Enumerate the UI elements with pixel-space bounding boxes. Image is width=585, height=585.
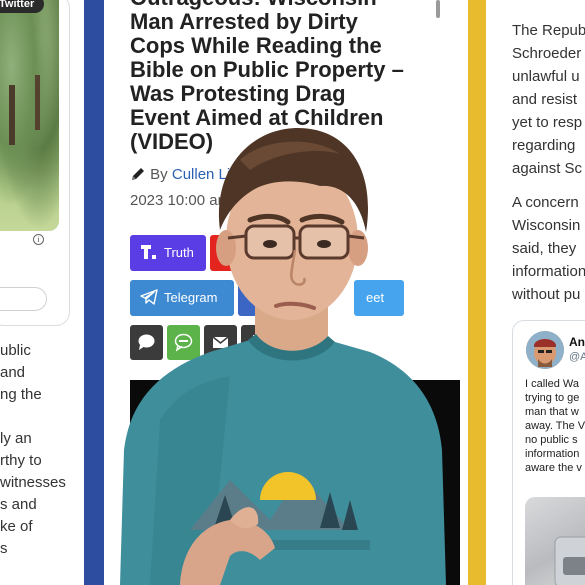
tree-trunk-shape bbox=[9, 85, 15, 145]
tweet-image-content bbox=[554, 536, 585, 585]
embedded-tweet-card[interactable]: Twitter i re bbox=[0, 0, 70, 326]
text-line: against Sc bbox=[512, 160, 583, 177]
avatar-image bbox=[526, 331, 564, 369]
embedded-tweet[interactable]: And @A I called Wa trying to ge man that… bbox=[512, 320, 585, 585]
blue-side-stripe bbox=[84, 0, 104, 585]
text-line: s bbox=[0, 540, 8, 557]
left-article-column: Twitter i re ublic and ng the ly an rthy… bbox=[0, 0, 84, 585]
tweet-line: I called Wa bbox=[525, 378, 580, 390]
text-line: The Repub bbox=[512, 22, 585, 39]
tweet-line: no public s bbox=[525, 434, 578, 446]
text-line: ly an bbox=[0, 430, 32, 447]
text-line: ng the bbox=[0, 386, 42, 403]
right-article-column: The Repub Schroeder unlawful u and resis… bbox=[486, 0, 585, 585]
text-line: ke of bbox=[0, 518, 33, 535]
text-line: yet to resp bbox=[512, 114, 583, 131]
tweet-line: aware the v bbox=[525, 462, 582, 474]
tweet-author-handle[interactable]: @A bbox=[569, 351, 585, 363]
tweet-author-name[interactable]: And bbox=[569, 335, 585, 349]
text-line: Wisconsin bbox=[512, 217, 581, 234]
tweet-line: trying to ge bbox=[525, 392, 580, 404]
tweet-image[interactable] bbox=[525, 497, 585, 585]
text-line: A concern bbox=[512, 194, 579, 211]
text-line: said, they bbox=[512, 240, 577, 257]
text-line: regarding bbox=[512, 137, 576, 154]
headline-line: Was Protesting Drag bbox=[130, 81, 346, 106]
text-line bbox=[0, 406, 80, 428]
share-input[interactable] bbox=[0, 287, 47, 311]
tweet-photo[interactable] bbox=[0, 0, 59, 231]
tweet-text: I called Wa trying to ge man that w away… bbox=[525, 377, 585, 475]
text-line: unlawful u bbox=[512, 68, 580, 85]
avatar[interactable] bbox=[526, 331, 564, 369]
twitter-badge[interactable]: Twitter bbox=[0, 0, 45, 13]
tweet-line: man that w bbox=[525, 406, 579, 418]
text-line: and resist bbox=[512, 91, 578, 108]
left-body-text: ublic and ng the ly an rthy to witnesses… bbox=[0, 340, 80, 560]
info-icon[interactable]: i bbox=[33, 234, 44, 245]
text-line: witnesses bbox=[0, 474, 66, 491]
right-paragraph-1: The Repub Schroeder unlawful u and resis… bbox=[512, 19, 585, 180]
yellow-side-stripe bbox=[468, 0, 486, 585]
text-line: s and bbox=[0, 496, 37, 513]
tweet-line: information bbox=[525, 448, 580, 460]
headline-line: Bible on Public Property – bbox=[130, 57, 404, 82]
scrollbar-thumb[interactable] bbox=[436, 0, 440, 18]
presenter-overlay bbox=[120, 128, 446, 585]
text-line: without pu bbox=[512, 286, 581, 303]
tweet-line: away. The V bbox=[525, 420, 585, 432]
text-line: information bbox=[512, 263, 585, 280]
text-line: rthy to bbox=[0, 452, 42, 469]
text-line: Schroeder bbox=[512, 45, 582, 62]
headline-line: Cops While Reading the bbox=[130, 33, 382, 58]
right-paragraph-2: A concern Wisconsin said, they informati… bbox=[512, 191, 585, 306]
headline-line: Man Arrested by Dirty bbox=[130, 9, 358, 34]
tree-trunk-shape bbox=[35, 75, 40, 130]
text-line: and bbox=[0, 364, 26, 381]
text-line: ublic bbox=[0, 342, 31, 359]
